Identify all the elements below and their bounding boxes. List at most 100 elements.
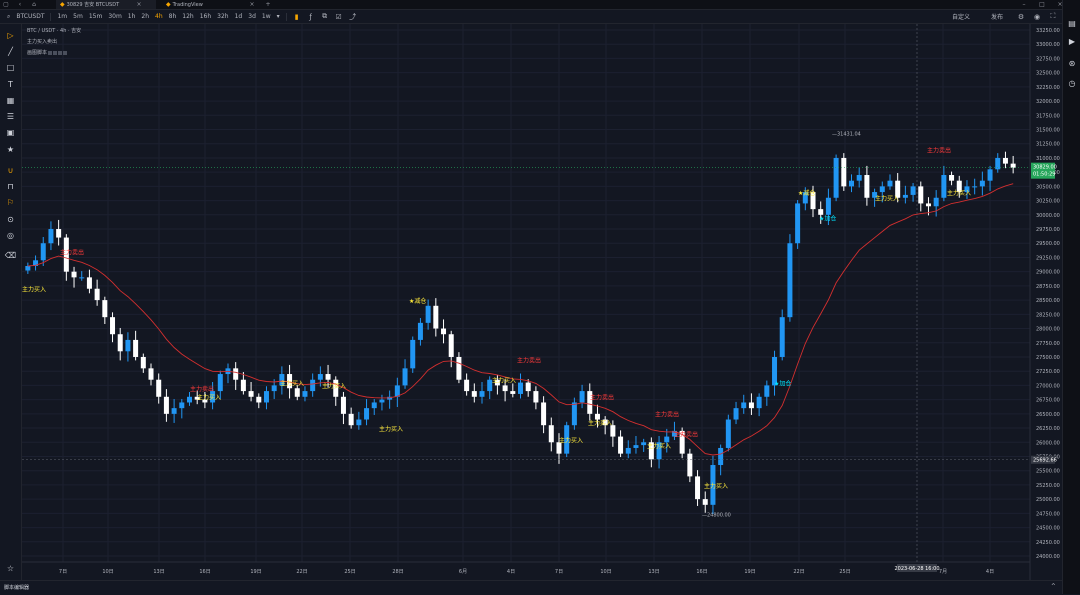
tab-tradingview[interactable]: ◆ TradingView [162, 0, 250, 9]
zoom-icon[interactable]: ⊙ [5, 214, 16, 225]
interval-1d[interactable]: 1d [232, 13, 246, 20]
home-icon[interactable]: ⌂ [28, 0, 40, 9]
settings-icon[interactable]: ⚙ [1017, 13, 1025, 21]
signal-label: 主力卖出 [674, 431, 698, 439]
indicators-icon[interactable]: ƒ [307, 13, 315, 21]
interval-12h[interactable]: 12h [179, 13, 196, 20]
right-sidebar: ▤ ▶ ⊛ ◷ [1062, 0, 1080, 594]
fullscreen-icon[interactable]: ⛶ [1049, 12, 1057, 21]
hide-drawings-icon[interactable]: ⚐ [5, 197, 16, 208]
signal-label: 主力买入 [875, 195, 899, 203]
settings-icon[interactable] [53, 50, 58, 55]
time-tick-label: 25日 [344, 569, 355, 575]
replay-icon[interactable]: ⤴ [349, 13, 357, 21]
candle-body [718, 447, 724, 466]
eye-icon[interactable] [48, 50, 53, 55]
favorites-icon[interactable]: ★ [5, 144, 16, 155]
candle-body [156, 379, 162, 397]
candle-body [979, 180, 985, 187]
maximize-icon[interactable]: □ [1036, 0, 1048, 9]
price-tick-label: 31250.00 [1036, 142, 1060, 148]
symbol-search-icon[interactable]: ⌕ [4, 13, 13, 21]
lock-icon[interactable]: ⊓ [5, 181, 16, 192]
camera-icon[interactable]: ◉ [1033, 13, 1041, 21]
candle-body [25, 265, 31, 271]
price-tick-label: 31000.00 [1036, 156, 1060, 162]
price-chart[interactable]: 33250.00 33000.00 32750.00 32500.00 32250.00… [22, 24, 1062, 580]
script-editor-tab[interactable]: 脚本编辑器 [4, 584, 29, 591]
candle-body [579, 391, 585, 403]
interval-5m[interactable]: 5m [70, 13, 86, 20]
candle-body [918, 186, 924, 204]
more-icon[interactable] [63, 50, 68, 55]
alert-icon[interactable]: ☑ [335, 13, 343, 21]
candle-body [702, 499, 708, 505]
candle-body [525, 382, 531, 392]
close-icon[interactable] [58, 50, 63, 55]
signal-label: 主力卖出 [60, 249, 84, 257]
interval-4h[interactable]: 4h [152, 13, 166, 20]
app-menu-icon[interactable]: ▢ [0, 0, 12, 9]
interval-32h[interactable]: 32h [214, 13, 231, 20]
candle-body [641, 442, 647, 446]
candle-body [1002, 157, 1008, 164]
watchlist-icon[interactable]: ▤ [1067, 18, 1077, 28]
play-icon[interactable]: ▶ [1067, 36, 1077, 46]
rectangle-icon[interactable]: □ [5, 62, 16, 73]
tab-close-icon[interactable]: × [246, 0, 258, 9]
price-tick-label: 33250.00 [1036, 28, 1060, 34]
interval-dropdown-icon[interactable]: ▾ [274, 13, 283, 20]
candle-body [541, 402, 547, 426]
legend-script[interactable]: 画图脚本 [27, 49, 81, 56]
candle-body [1010, 163, 1016, 168]
candle-body [148, 368, 154, 380]
interval-16h[interactable]: 16h [197, 13, 214, 20]
hash-icon[interactable]: ⊛ [1067, 58, 1077, 68]
signal-label: 主力买入 [197, 394, 221, 402]
eye-icon[interactable]: ◎ [5, 230, 16, 241]
star-icon[interactable]: ☆ [5, 563, 16, 574]
time-tick-label: 4日 [507, 569, 515, 575]
interval-15m[interactable]: 15m [86, 13, 105, 20]
legend-indicator[interactable]: 主力买入卖出 [27, 38, 81, 45]
interval-1m[interactable]: 1m [54, 13, 70, 20]
trend-line-icon[interactable]: ╱ [5, 46, 16, 57]
fib-icon[interactable]: ☰ [5, 111, 16, 122]
interval-1w[interactable]: 1w [259, 13, 274, 20]
publish-button[interactable]: 发布 [988, 12, 1006, 21]
time-tick-label: 25日 [839, 569, 850, 575]
interval-3d[interactable]: 3d [245, 13, 259, 20]
interval-1h[interactable]: 1h [125, 13, 139, 20]
magnet-icon[interactable]: ∪ [5, 165, 16, 176]
signal-label: 主力买入 [947, 189, 971, 197]
tab-close-icon[interactable]: × [133, 0, 145, 9]
time-tick-label: 16日 [199, 569, 210, 575]
expand-icon[interactable]: ⌃ [1050, 582, 1057, 591]
eraser-icon[interactable]: ⌫ [5, 250, 16, 261]
candle-body [848, 180, 855, 187]
candle-type-icon[interactable]: ▮ [293, 13, 301, 21]
candle-body [294, 388, 300, 397]
time-tick-label: 7日 [59, 569, 67, 575]
custom-button[interactable]: 自定义 [949, 12, 973, 21]
interval-2h[interactable]: 2h [138, 13, 152, 20]
price-tick-label: 24000.00 [1036, 554, 1060, 560]
symbol-label[interactable]: BTCUSDT [13, 13, 47, 20]
cursor-icon[interactable]: ▷ [5, 30, 16, 41]
chart-toolbar: ⌕ BTCUSDT 1m 5m 15m 30m 1h 2h 4h 8h 12h … [0, 10, 1062, 24]
text-icon[interactable]: T [5, 79, 16, 90]
clock-icon[interactable]: ◷ [1067, 78, 1077, 88]
tab-label: TradingView [172, 1, 203, 8]
candle-body [933, 197, 939, 207]
candle-body [987, 169, 993, 181]
compare-icon[interactable]: ⧉ [321, 12, 329, 21]
minimize-icon[interactable]: – [1018, 0, 1030, 9]
back-icon[interactable]: ‹ [14, 0, 26, 9]
interval-30m[interactable]: 30m [105, 13, 124, 20]
measure-icon[interactable]: ▣ [5, 127, 16, 138]
pattern-icon[interactable]: ▦ [5, 95, 16, 106]
candle-body [256, 396, 262, 403]
candle-body [548, 425, 554, 443]
new-tab-icon[interactable]: + [262, 0, 274, 9]
interval-8h[interactable]: 8h [166, 13, 180, 20]
